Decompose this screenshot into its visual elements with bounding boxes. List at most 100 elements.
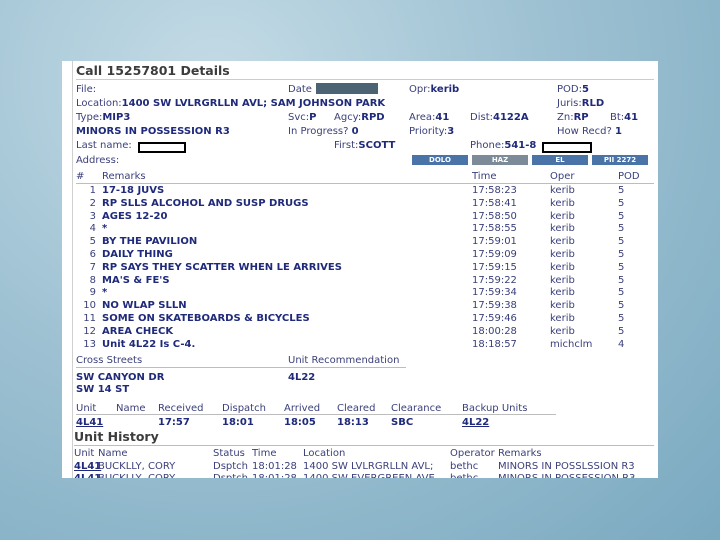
remark-oper: kerib [550, 300, 575, 312]
in-progress-field: In Progress? 0 [288, 125, 359, 138]
remark-pod: 5 [618, 249, 625, 260]
remark-pod: 5 [618, 210, 625, 222]
remark-time: 17:58:50 [472, 210, 517, 222]
remark-time: 17:59:34 [472, 287, 517, 299]
remark-n: 4 [89, 223, 96, 235]
page-title-text: Call 15257801 Details [76, 63, 230, 78]
area-value: 41 [435, 112, 450, 123]
tab-pii[interactable]: PII 2272 [592, 155, 648, 165]
remark-oper: kerib [550, 210, 575, 222]
remark-time: 17:58:41 [472, 197, 517, 209]
opr-field: Opr:kerib [409, 83, 459, 96]
svc-value: P [309, 112, 317, 123]
remarks-time-header: Time [472, 171, 497, 182]
bt-value: 41 [624, 112, 639, 123]
svc-field: Svc:P [288, 111, 316, 124]
remark-time: 17:58:55 [472, 223, 517, 235]
remark-time: 18:18:57 [472, 338, 517, 350]
remark-n: 11 [83, 313, 96, 324]
remark-time: 17:59:01 [472, 236, 517, 248]
cross-streets-divider [76, 367, 406, 368]
history-operator: bethc [450, 472, 478, 478]
zn-value: RP [573, 112, 589, 123]
tab-dolo[interactable]: DOLO [412, 155, 468, 165]
remark-oper: kerib [550, 325, 575, 337]
remark-oper: kerib [550, 185, 575, 196]
phone-value: 541-8 [504, 140, 537, 151]
how-recd-field: How Recd? 1 [557, 125, 622, 138]
first-value: SCOTT [358, 140, 396, 151]
unit-arrived: 18:05 [284, 417, 316, 428]
history-header-unit: Unit [74, 448, 95, 459]
unit-recommendation-value[interactable]: 4L22 [288, 371, 315, 384]
history-header-operator: Operator [450, 448, 495, 459]
unit-history-title: Unit History [74, 429, 159, 444]
unit-link[interactable]: 4L41 [76, 416, 103, 429]
location-label: Location: [76, 98, 122, 109]
area-label: Area: [409, 112, 436, 123]
opr-value: kerib [430, 84, 460, 95]
remark-pod: 5 [618, 287, 625, 299]
juris-field: Juris:RLD [557, 97, 604, 110]
bt-label: Bt: [610, 112, 625, 123]
how-recd-value: 1 [615, 126, 622, 137]
remark-time: 17:59:09 [472, 249, 517, 260]
remark-n: 8 [89, 274, 96, 286]
call-details-panel: Call 15257801 Details File: Date Opr:ker… [62, 61, 658, 478]
remark-pod: 5 [618, 325, 625, 337]
opr-label: Opr: [409, 84, 431, 95]
dist-label: Dist: [470, 112, 493, 123]
agcy-value: RPD [361, 112, 385, 123]
pod-field: POD:5 [557, 83, 589, 96]
location-field: Location:1400 SW LVLRGRLLN AVL; SAM JOHN… [76, 97, 385, 110]
remark-text: * [102, 287, 108, 299]
agcy-label: Agcy: [334, 112, 362, 123]
backup-unit-link[interactable]: 4L22 [462, 416, 489, 429]
remark-time: 17:59:46 [472, 313, 517, 324]
remark-text: Unit 4L22 Is C-4. [102, 338, 196, 350]
remark-text: * [102, 223, 108, 235]
juris-value: RLD [581, 98, 605, 109]
remark-oper: kerib [550, 287, 575, 299]
pod-label: POD: [557, 84, 582, 95]
type-field: Type:MIP3 [76, 111, 130, 124]
history-remarks: MINORS IN POSSESSION R3 [498, 472, 635, 478]
remarks-header: Remarks [102, 171, 146, 182]
unit-dispatch: 18:01 [222, 417, 254, 428]
remark-n: 13 [83, 338, 96, 350]
in-progress-label: In Progress? [288, 126, 349, 137]
history-time: 18:01:28 [252, 472, 297, 478]
remark-n: 12 [83, 325, 96, 337]
tab-el[interactable]: EL [532, 155, 588, 165]
area-field: Area:41 [409, 111, 449, 124]
remark-text: RP SAYS THEY SCATTER WHEN LE ARRIVES [102, 261, 342, 273]
agcy-field: Agcy:RPD [334, 111, 385, 124]
remark-pod: 4 [618, 338, 625, 350]
history-status: Dsptch [213, 472, 248, 478]
remark-text: RP SLLS ALCOHOL AND SUSP DRUGS [102, 197, 309, 209]
history-location: 1400 SW EVERGREEN AVE [303, 472, 435, 478]
history-header-name: Name [98, 448, 128, 459]
tab-haz[interactable]: HAZ [472, 155, 528, 165]
unit-recommendation-header: Unit Recommendation [288, 355, 400, 366]
remarks-num-header: # [76, 171, 85, 182]
remark-text: DAILY THING [102, 249, 173, 260]
history-header-location: Location [303, 448, 346, 459]
remarks-oper-header: Oper [550, 171, 575, 182]
cross-street-2: SW 14 ST [76, 384, 130, 395]
remark-oper: kerib [550, 236, 575, 248]
remark-pod: 5 [618, 313, 625, 324]
remark-oper: kerib [550, 197, 575, 209]
remark-n: 7 [89, 261, 96, 273]
first-label: First: [334, 140, 359, 151]
remark-text: AREA CHECK [102, 325, 174, 337]
remark-n: 1 [89, 185, 96, 196]
remark-time: 17:59:15 [472, 261, 517, 273]
remark-n: 3 [89, 210, 96, 222]
redacted-last-name [138, 142, 186, 153]
units-divider [76, 414, 556, 415]
unit-clearance: SBC [391, 417, 414, 428]
remark-text: 17-18 JUVS [102, 185, 165, 196]
location-value[interactable]: 1400 SW LVLRGRLLN AVL; SAM JOHNSON PARK [122, 98, 385, 109]
title-divider [76, 79, 654, 80]
